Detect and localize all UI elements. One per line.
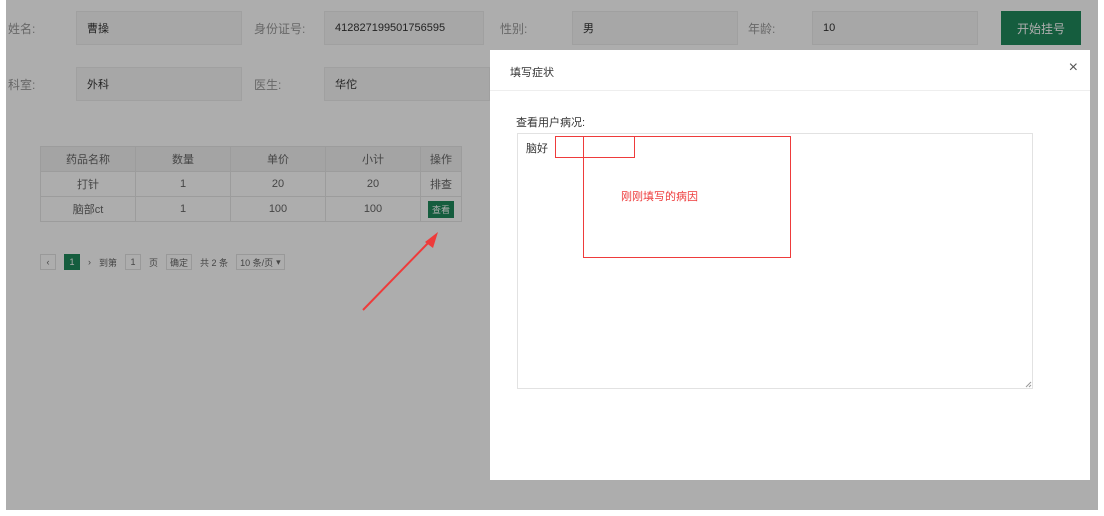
close-icon[interactable]: ×: [1069, 60, 1078, 76]
registration-page: 姓名: 曹操 身份证号: 412827199501756595 性别: 男 年龄…: [6, 0, 1098, 510]
dialog-divider: [490, 90, 1090, 91]
annotation-text: 刚刚填写的病因: [621, 191, 698, 203]
symptom-dialog: 填写症状 × 查看用户病况: 脑好 刚刚填写的病因: [490, 50, 1090, 480]
condition-label: 查看用户病况:: [516, 117, 586, 129]
dialog-title: 填写症状: [510, 67, 554, 79]
resize-grip-icon[interactable]: [1024, 380, 1032, 388]
